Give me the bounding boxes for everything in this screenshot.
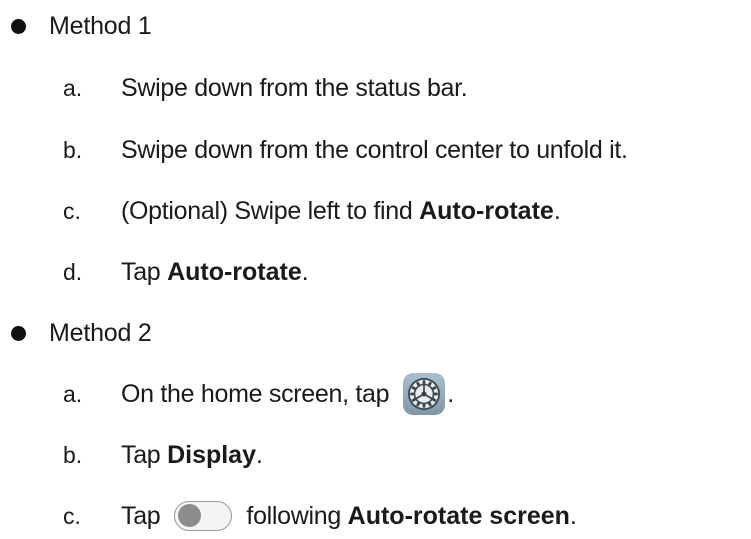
method-1-item: Method 1 [0,4,751,48]
step-text: (Optional) Swipe left to find Auto-rotat… [121,196,561,226]
step-text-before: Tap [121,440,168,469]
step-bold-term: Auto-rotate screen [347,501,570,530]
step-text-after: . [553,196,561,225]
step-text: Tap Display . [121,441,263,470]
step-letter: c. [63,197,81,224]
method-2-step-b: b. Tap Display . [0,433,751,477]
step-letter: a. [63,380,83,407]
step-text-before: (Optional) Swipe left to find [121,196,420,225]
step-text: On the home screen, tap . [121,373,454,415]
step-text-middle: following [246,501,348,530]
step-text: Tap Auto-rotate . [121,257,309,287]
step-letter: b. [63,136,83,163]
method-2-step-a: a. On the home screen, tap . [0,372,751,416]
method-2-item: Method 2 [0,311,751,355]
method-2-label: Method 2 [49,318,152,347]
bullet-icon [11,18,26,34]
step-text-after: . [256,440,263,469]
step-bold-term: Display [167,440,256,469]
toggle-switch-off-icon [174,501,233,531]
method-1-step-b: b. Swipe down from the control center to… [0,128,751,172]
step-letter: c. [63,502,81,529]
method-1-label: Method 1 [49,11,152,40]
method-2-step-c: c. Tap following Auto-rotate screen . [0,494,751,538]
step-text-after: . [301,257,309,286]
step-text-before: Tap [121,257,168,286]
step-bold-term: Auto-rotate [419,196,554,225]
method-1-step-c: c. (Optional) Swipe left to find Auto-ro… [0,189,751,233]
method-1-step-a: a. Swipe down from the status bar. [0,66,751,110]
step-text-before: On the home screen, tap [121,379,390,408]
step-text: Tap following Auto-rotate screen . [121,501,577,531]
step-text-after: . [447,379,454,408]
step-letter: b. [63,441,83,468]
step-text-after: . [569,501,577,530]
step-letter: d. [63,258,83,285]
method-1-step-d: d. Tap Auto-rotate . [0,250,751,294]
step-text-before: Tap [121,501,161,530]
step-letter: a. [63,74,83,101]
bullet-icon [11,325,26,341]
step-text: Swipe down from the control center to un… [121,135,628,164]
step-bold-term: Auto-rotate [167,257,302,286]
settings-gear-icon [403,373,446,415]
step-text: Swipe down from the status bar. [121,73,468,102]
